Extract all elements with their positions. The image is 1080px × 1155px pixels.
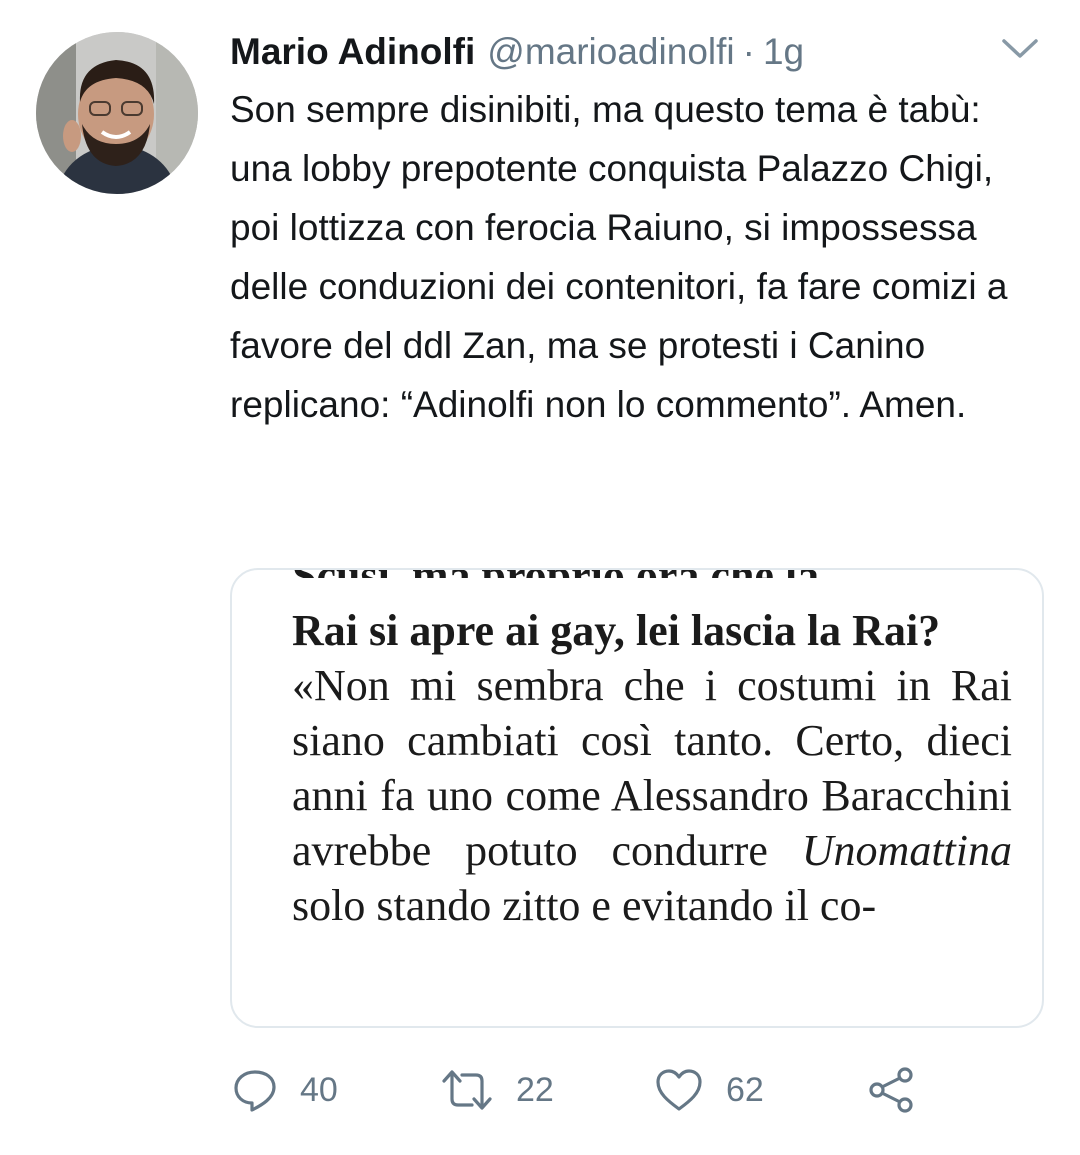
user-avatar[interactable] <box>36 32 198 194</box>
retweet-button[interactable]: 22 <box>440 1062 554 1118</box>
retweet-icon <box>442 1070 492 1110</box>
reply-icon <box>234 1070 276 1112</box>
clipping-answer-italic: Unomattina <box>801 826 1012 875</box>
chevron-down-icon[interactable] <box>1000 36 1040 62</box>
newspaper-clipping: Scusi, ma proprio ora che la Rai si apre… <box>292 570 1012 933</box>
clipping-answer-end: solo stando zitto e evitando il co- <box>292 881 877 930</box>
share-button[interactable] <box>866 1062 916 1118</box>
clipping-question: Rai si apre ai gay, lei lascia la Rai? <box>292 606 941 655</box>
tweet-media-image[interactable]: Scusi, ma proprio ora che la Rai si apre… <box>230 568 1044 1028</box>
tweet-header: Mario Adinolfi @marioadinolfi · 1g <box>230 28 804 76</box>
like-icon <box>656 1069 702 1111</box>
clipping-cut-line: Scusi, ma proprio ora che la <box>292 570 1012 578</box>
separator: · <box>742 31 755 72</box>
reply-button[interactable]: 40 <box>232 1062 338 1118</box>
clipping-answer: «Non mi sembra che i costumi in Rai sian… <box>292 658 1012 933</box>
user-handle[interactable]: @marioadinolfi <box>487 28 734 76</box>
tweet-text: Son sempre disinibiti, ma questo tema è … <box>230 89 1008 425</box>
retweet-count: 22 <box>516 1070 554 1109</box>
share-icon <box>869 1067 913 1113</box>
like-button[interactable]: 62 <box>654 1062 764 1118</box>
reply-count: 40 <box>300 1070 338 1109</box>
tweet-actions: 40 22 62 <box>230 1062 990 1118</box>
display-name[interactable]: Mario Adinolfi <box>230 28 475 76</box>
like-count: 62 <box>726 1070 764 1109</box>
timestamp[interactable]: 1g <box>763 28 804 76</box>
